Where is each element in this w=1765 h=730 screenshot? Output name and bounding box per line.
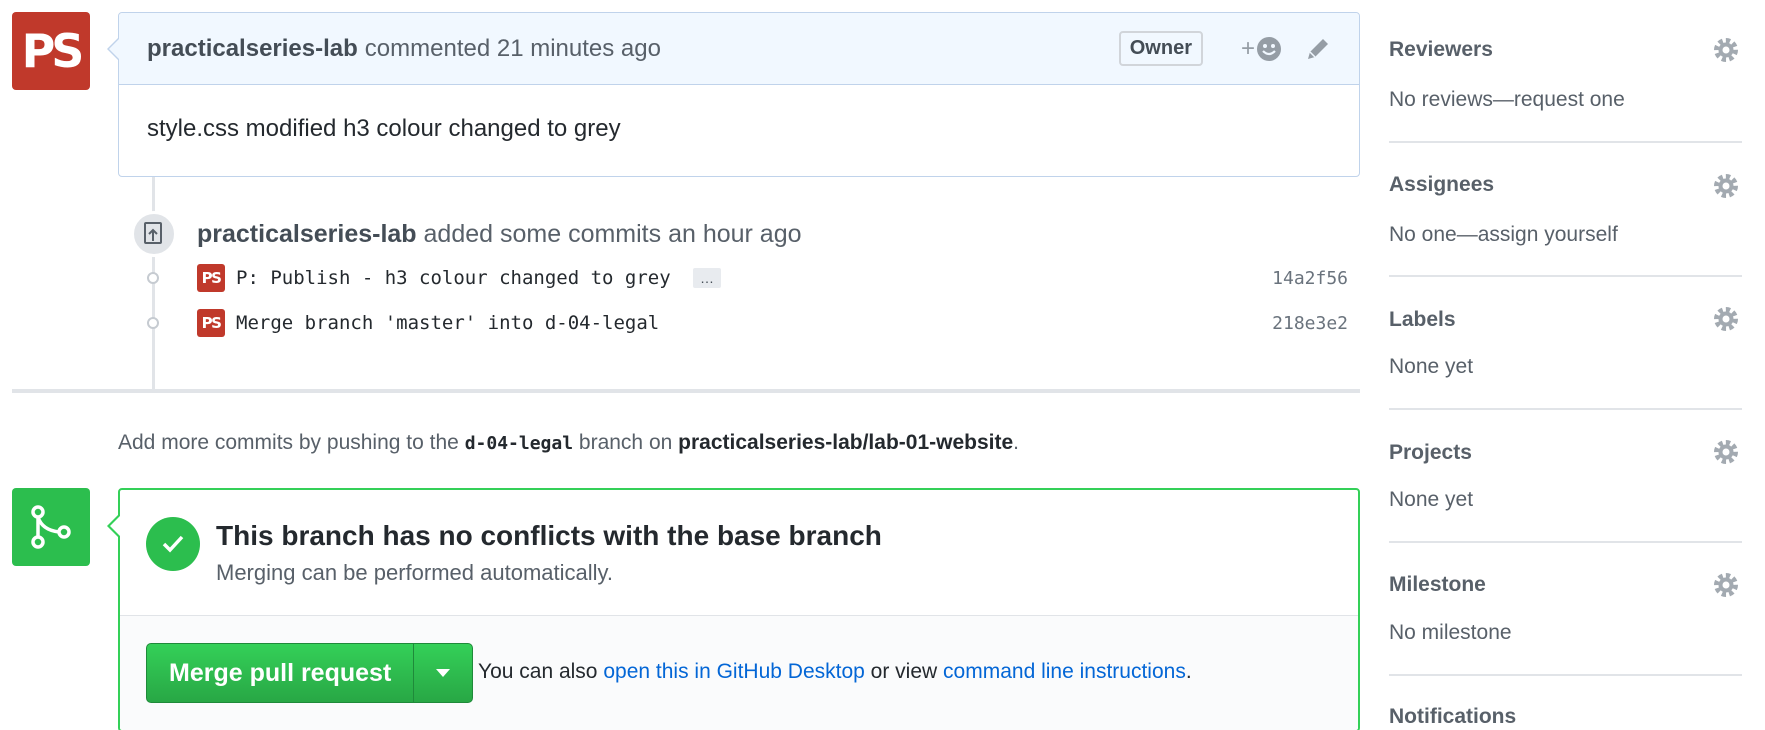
- commit-row: PS Merge branch 'master' into d-04-legal…: [140, 307, 1360, 339]
- projects-value: None yet: [1389, 488, 1474, 511]
- commit-dot-icon: [140, 272, 165, 284]
- comment-author-link[interactable]: practicalseries-lab: [147, 35, 358, 63]
- commit-dot-icon: [140, 317, 165, 329]
- merge-help-text: You can also open this in GitHub Desktop…: [478, 660, 1192, 683]
- labels-title[interactable]: Labels: [1389, 308, 1456, 332]
- add-reaction-button[interactable]: +: [1241, 35, 1283, 63]
- push-event-text: practicalseries-lab added some commits a…: [197, 220, 802, 249]
- commit-message-link[interactable]: P: Publish - h3 colour changed to grey: [236, 267, 671, 289]
- author-avatar[interactable]: PS: [12, 12, 90, 90]
- merge-status-title: This branch has no conflicts with the ba…: [216, 520, 882, 551]
- merge-options-dropdown[interactable]: [414, 644, 472, 702]
- commit-sha-link[interactable]: 218e3e2: [1272, 313, 1348, 334]
- comment-header: practicalseries-lab commented 21 minutes…: [119, 13, 1359, 85]
- notifications-title: Notifications: [1389, 705, 1517, 728]
- commit-row: PS P: Publish - h3 colour changed to gre…: [140, 262, 1360, 294]
- push-author-link[interactable]: practicalseries-lab: [197, 220, 417, 248]
- expand-commit-button[interactable]: …: [693, 268, 721, 288]
- commit-author-avatar[interactable]: PS: [197, 309, 225, 337]
- gear-icon[interactable]: [1712, 305, 1740, 333]
- owner-badge: Owner: [1118, 31, 1203, 66]
- comment-body: style.css modified h3 colour changed to …: [147, 115, 621, 142]
- commit-message-link[interactable]: Merge branch 'master' into d-04-legal: [236, 312, 659, 334]
- plus-icon: +: [1240, 34, 1255, 62]
- timeline-divider: [12, 389, 1360, 393]
- edit-comment-button[interactable]: [1305, 36, 1331, 62]
- repo-push-icon: [144, 222, 162, 244]
- assignees-title[interactable]: Assignees: [1389, 173, 1494, 197]
- gear-icon[interactable]: [1712, 172, 1740, 200]
- merge-status-badge: [12, 488, 90, 566]
- gear-icon[interactable]: [1712, 36, 1740, 64]
- labels-value: None yet: [1389, 355, 1474, 378]
- triangle-down-icon: [436, 669, 451, 677]
- push-instructions: Add more commits by pushing to the d-04-…: [118, 431, 1019, 454]
- push-event-action[interactable]: added some commits an hour ago: [424, 220, 802, 248]
- command-line-instructions-link[interactable]: command line instructions: [943, 660, 1186, 683]
- reviewers-title[interactable]: Reviewers: [1389, 38, 1493, 62]
- repo-name: practicalseries-lab/lab-01-website: [678, 431, 1014, 454]
- merge-pull-request-button[interactable]: Merge pull request: [147, 644, 415, 702]
- assignees-value[interactable]: No one—assign yourself: [1389, 223, 1618, 247]
- comment-timestamp[interactable]: commented 21 minutes ago: [365, 35, 661, 63]
- pencil-icon: [1308, 38, 1328, 59]
- commit-sha-link[interactable]: 14a2f56: [1272, 268, 1348, 289]
- push-event-badge: [131, 211, 177, 257]
- merge-actions: Merge pull request You can also open thi…: [120, 616, 1358, 730]
- gear-icon[interactable]: [1712, 571, 1740, 599]
- comment-card: practicalseries-lab commented 21 minutes…: [107, 12, 1360, 177]
- smiley-icon: [1257, 36, 1281, 61]
- check-circle-icon: [146, 517, 200, 571]
- merge-panel: This branch has no conflicts with the ba…: [107, 488, 1360, 730]
- merge-status: This branch has no conflicts with the ba…: [120, 490, 1358, 616]
- merge-status-subtitle: Merging can be performed automatically.: [216, 560, 614, 585]
- milestone-title[interactable]: Milestone: [1389, 573, 1486, 597]
- projects-title[interactable]: Projects: [1389, 441, 1472, 465]
- gear-icon[interactable]: [1712, 438, 1740, 466]
- merge-button-group: Merge pull request: [146, 643, 474, 703]
- commit-author-avatar[interactable]: PS: [197, 264, 225, 292]
- milestone-value: No milestone: [1389, 621, 1512, 644]
- branch-name: d-04-legal: [464, 433, 574, 454]
- github-desktop-link[interactable]: open this in GitHub Desktop: [603, 660, 864, 683]
- reviewers-value[interactable]: No reviews—request one: [1389, 88, 1625, 112]
- git-merge-icon: [31, 505, 71, 549]
